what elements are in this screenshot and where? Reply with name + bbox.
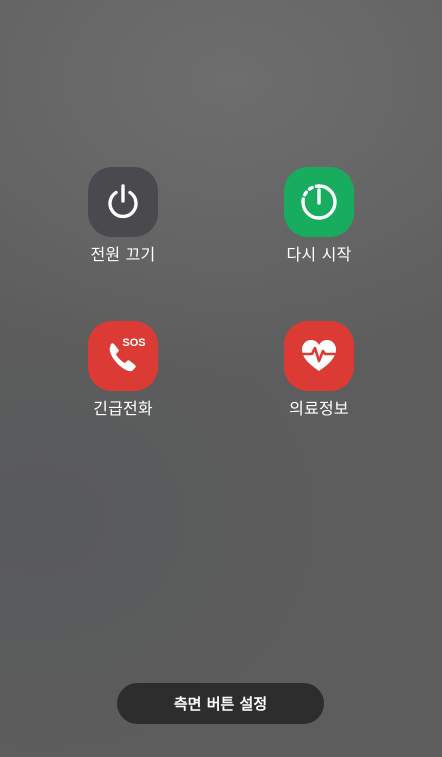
- power-icon: [88, 167, 158, 237]
- power-off-label: 전원 끄기: [90, 245, 156, 264]
- restart-icon: [284, 167, 354, 237]
- medical-info-button[interactable]: 의료정보: [249, 321, 389, 419]
- restart-button[interactable]: 다시 시작: [249, 167, 389, 265]
- sos-text: SOS: [122, 337, 145, 349]
- medical-info-label: 의료정보: [289, 399, 349, 418]
- power-off-button[interactable]: 전원 끄기: [53, 167, 193, 265]
- restart-label: 다시 시작: [286, 245, 352, 264]
- side-button-settings-button[interactable]: 측면 버튼 설정: [117, 683, 324, 724]
- emergency-call-button[interactable]: SOS 긴급전화: [53, 321, 193, 419]
- emergency-call-label: 긴급전화: [93, 399, 153, 418]
- sos-phone-icon: SOS: [88, 321, 158, 391]
- medical-heart-icon: [284, 321, 354, 391]
